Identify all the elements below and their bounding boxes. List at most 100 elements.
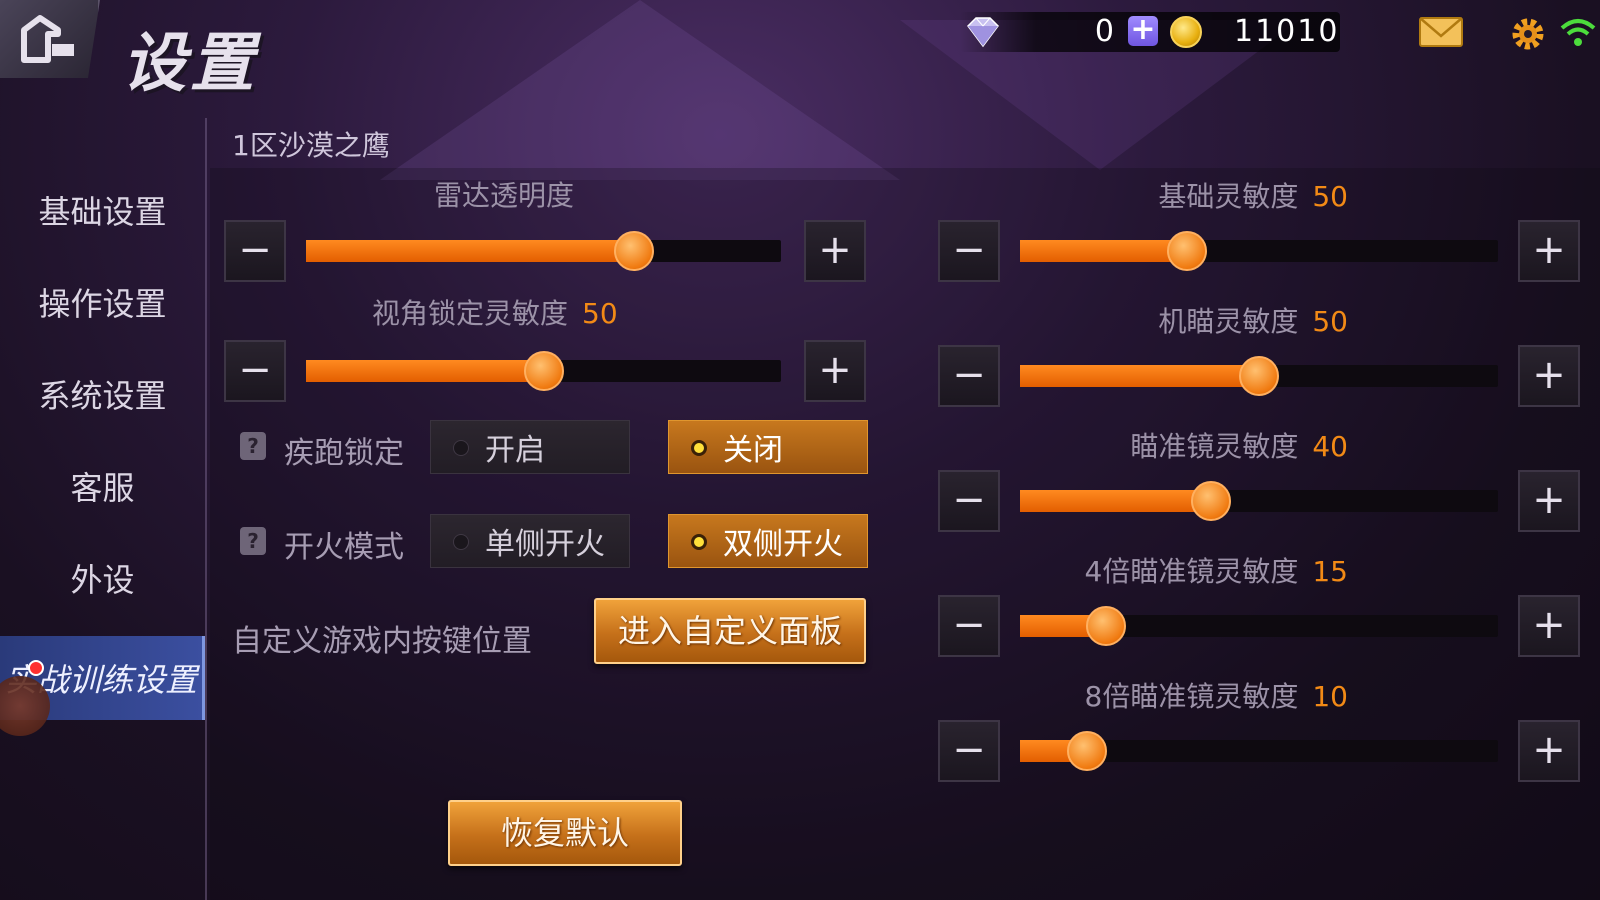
custom-panel-button[interactable]: 进入自定义面板 (594, 598, 866, 664)
scope-8x-sensitivity-label: 8倍瞄准镜灵敏度 10 (1085, 675, 1348, 715)
slider-label: 机瞄灵敏度 (1158, 305, 1299, 338)
radar-opacity-slider[interactable] (306, 231, 781, 271)
radar-opacity-minus-button[interactable]: − (224, 220, 286, 282)
base-sensitivity-minus-button[interactable]: − (938, 220, 1000, 282)
slider-knob[interactable] (1066, 731, 1107, 771)
radio-icon (691, 440, 707, 456)
slider-fill (1020, 490, 1212, 512)
slider-label: 8倍瞄准镜灵敏度 (1084, 680, 1299, 713)
wifi-icon (1560, 19, 1596, 46)
minus-icon: − (238, 347, 272, 393)
reset-default-button[interactable]: 恢复默认 (448, 800, 682, 866)
slider-label: 4倍瞄准镜灵敏度 (1084, 555, 1299, 588)
sprint-lock-on-option[interactable]: 开启 (430, 420, 630, 474)
fire-mode-label: 开火模式 (284, 530, 404, 565)
slider-knob[interactable] (1086, 606, 1127, 646)
minus-icon: − (238, 227, 272, 273)
sidebar-divider (205, 118, 207, 900)
base-sensitivity-plus-button[interactable]: + (1518, 220, 1580, 282)
slider-fill (306, 360, 544, 382)
slider-value: 10 (1312, 680, 1348, 713)
radio-icon (453, 534, 469, 550)
option-label: 双侧开火 (723, 527, 843, 562)
slider-fill (1020, 365, 1259, 387)
iron-sight-sensitivity-plus-button[interactable]: + (1518, 345, 1580, 407)
plus-icon: + (1532, 602, 1566, 648)
sidebar-item-label: 客服 (70, 469, 135, 507)
sidebar-item-label: 外设 (70, 561, 135, 599)
view-lock-slider[interactable] (306, 351, 781, 391)
option-label: 开启 (485, 433, 545, 468)
scope-8x-sensitivity-minus-button[interactable]: − (938, 720, 1000, 782)
add-diamond-button[interactable]: + (1128, 15, 1158, 46)
sprint-lock-label: 疾跑锁定 (284, 436, 404, 471)
scope-sensitivity-plus-button[interactable]: + (1518, 470, 1580, 532)
diamond-icon (967, 17, 999, 48)
scope-sensitivity-slider[interactable] (1020, 481, 1498, 521)
slider-fill (1020, 240, 1188, 262)
radio-icon (453, 440, 469, 456)
minus-icon: − (952, 227, 986, 273)
radio-icon (691, 534, 707, 550)
slider-fill (306, 240, 634, 262)
sidebar-item-label: 操作设置 (38, 285, 167, 323)
base-sensitivity-slider[interactable] (1020, 231, 1498, 271)
iron-sight-sensitivity-slider[interactable] (1020, 356, 1498, 396)
sprint-lock-off-option[interactable]: 关闭 (668, 420, 868, 474)
coin-count: 11010 (1234, 14, 1340, 49)
scope-4x-sensitivity-slider[interactable] (1020, 606, 1498, 646)
help-icon[interactable]: ? (240, 527, 266, 555)
slider-value: 15 (1312, 555, 1348, 588)
page-title: 设置 (122, 26, 258, 101)
option-label: 关闭 (723, 433, 783, 468)
sidebar-item-training[interactable]: 实战训练设置 (0, 636, 205, 736)
view-lock-minus-button[interactable]: − (224, 340, 286, 402)
sidebar-item-peripherals[interactable]: 外设 (0, 536, 205, 620)
sidebar-item-controls[interactable]: 操作设置 (0, 260, 205, 344)
scope-4x-sensitivity-label: 4倍瞄准镜灵敏度 15 (1085, 550, 1348, 590)
sidebar: 基础设置 操作设置 系统设置 客服 外设 实战训练设置 (0, 168, 205, 900)
sidebar-item-label: 基础设置 (38, 193, 167, 231)
fire-mode-dual-option[interactable]: 双侧开火 (668, 514, 868, 568)
fire-mode-single-option[interactable]: 单侧开火 (430, 514, 630, 568)
plus-icon: + (1532, 352, 1566, 398)
help-icon[interactable]: ? (240, 432, 266, 460)
plus-icon: + (1532, 477, 1566, 523)
coin-icon (1170, 16, 1202, 48)
minus-icon: − (952, 602, 986, 648)
slider-value: 50 (1312, 180, 1348, 213)
scope-8x-sensitivity-plus-button[interactable]: + (1518, 720, 1580, 782)
scope-sensitivity-minus-button[interactable]: − (938, 470, 1000, 532)
server-label: 1区沙漠之鹰 (232, 129, 390, 162)
view-lock-plus-button[interactable]: + (804, 340, 866, 402)
diamond-count: 0 (1094, 14, 1114, 49)
home-button[interactable] (0, 0, 100, 78)
scope-4x-sensitivity-minus-button[interactable]: − (938, 595, 1000, 657)
plus-icon: + (1532, 727, 1566, 773)
top-bar: 设置 0 + 11010 (0, 0, 1600, 101)
sidebar-item-system[interactable]: 系统设置 (0, 352, 205, 436)
sidebar-item-basic[interactable]: 基础设置 (0, 168, 205, 252)
slider-label: 瞄准镜灵敏度 (1130, 430, 1299, 463)
sidebar-item-support[interactable]: 客服 (0, 444, 205, 528)
scope-sensitivity-label: 瞄准镜灵敏度 40 (1130, 425, 1348, 465)
radar-opacity-label: 雷达透明度 (434, 174, 574, 214)
slider-value: 50 (1312, 305, 1348, 338)
slider-knob[interactable] (613, 231, 654, 271)
gear-icon[interactable] (1510, 16, 1546, 52)
iron-sight-sensitivity-minus-button[interactable]: − (938, 345, 1000, 407)
slider-knob[interactable] (1191, 481, 1232, 521)
plus-icon: + (1532, 227, 1566, 273)
mail-icon[interactable] (1418, 16, 1464, 48)
plus-icon: + (818, 347, 852, 393)
scope-8x-sensitivity-slider[interactable] (1020, 731, 1498, 771)
slider-knob[interactable] (1239, 356, 1279, 396)
iron-sight-sensitivity-label: 机瞄灵敏度 50 (1158, 300, 1348, 340)
notification-dot (28, 660, 44, 676)
scope-4x-sensitivity-plus-button[interactable]: + (1518, 595, 1580, 657)
slider-label: 雷达透明度 (434, 179, 575, 212)
radar-opacity-plus-button[interactable]: + (804, 220, 866, 282)
option-label: 单侧开火 (485, 527, 605, 562)
slider-knob[interactable] (523, 351, 564, 391)
view-lock-sensitivity-label: 视角锁定灵敏度 50 (372, 292, 618, 332)
